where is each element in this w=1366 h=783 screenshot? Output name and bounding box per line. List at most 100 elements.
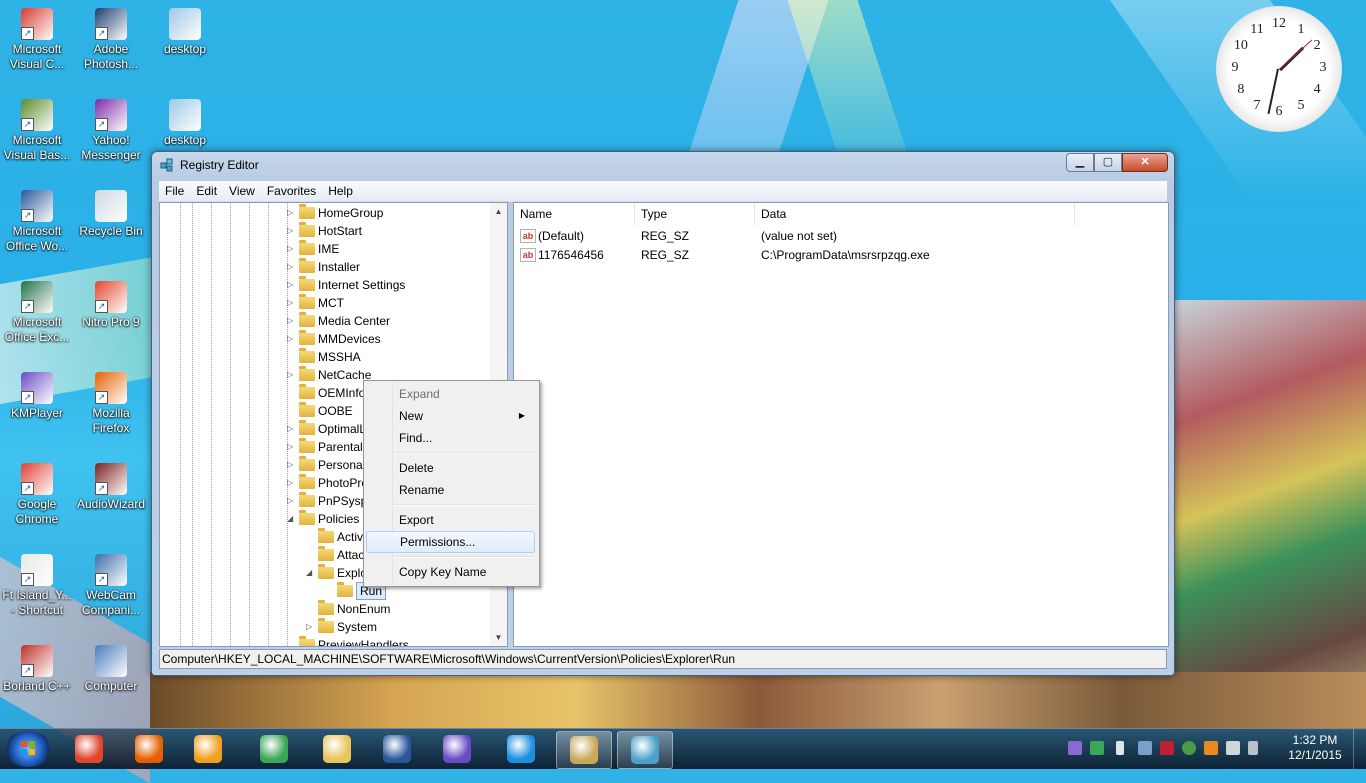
desktop-icon[interactable]: ↗ Microsoft Office Exc... [0, 281, 74, 345]
registry-editor-window: Registry Editor ▁ ▢ ✕ File Edit View Favori… [151, 151, 1175, 676]
value-row[interactable]: ab (Default) REG_SZ (value not set) [514, 227, 1154, 246]
minimize-button[interactable]: ▁ [1066, 153, 1094, 172]
taskbar-button[interactable] [556, 731, 612, 769]
expand-arrow-icon[interactable]: ▷ [287, 222, 297, 240]
folder-icon [299, 510, 315, 525]
desktop-icon[interactable]: ↗ Google Chrome [0, 463, 74, 527]
expand-arrow-icon[interactable]: ▷ [306, 618, 316, 636]
menu-item-expand[interactable]: Expand [366, 383, 535, 405]
tree-node-label: Installer [318, 260, 361, 274]
app-icon: ↗ [95, 8, 127, 40]
taskbar-button[interactable] [62, 731, 116, 767]
tray-check-icon[interactable] [1090, 741, 1104, 755]
desktop-icon[interactable]: ↗ Ft Island_Y... - Shortcut [0, 554, 74, 618]
folder-icon [318, 564, 334, 579]
tray-app-icon[interactable] [1068, 741, 1082, 755]
tray-monitor-icon[interactable] [1138, 741, 1152, 755]
desktop-icon[interactable]: Computer [74, 645, 148, 694]
tray-flag-icon[interactable] [1204, 741, 1218, 755]
menu-view[interactable]: View [223, 181, 261, 198]
expand-arrow-icon[interactable]: ▷ [287, 366, 297, 384]
menu-item-delete[interactable]: Delete [366, 457, 535, 479]
close-button[interactable]: ✕ [1122, 153, 1168, 172]
tree-node-label: PreviewHandlers [318, 638, 409, 647]
menu-file[interactable]: File [159, 181, 190, 198]
expand-arrow-icon[interactable]: ▷ [287, 456, 297, 474]
desktop-icon[interactable]: ↗ WebCam Compani... [74, 554, 148, 618]
desktop-icon[interactable]: ↗ Yahoo! Messenger [74, 99, 148, 163]
taskbar-button[interactable] [310, 731, 364, 767]
expand-arrow-icon[interactable]: ▷ [287, 204, 297, 222]
expand-arrow-icon[interactable]: ▷ [287, 474, 297, 492]
expand-arrow-icon[interactable]: ▷ [287, 420, 297, 438]
column-header-data[interactable]: Data [755, 203, 1075, 225]
desktop-icon[interactable]: ↗ Microsoft Visual C... [0, 8, 74, 72]
maximize-button[interactable]: ▢ [1094, 153, 1122, 172]
desktop-icon[interactable]: ↗ Nitro Pro 9 [74, 281, 148, 330]
taskbar-button[interactable] [370, 731, 424, 767]
expand-arrow-icon[interactable]: ▷ [287, 438, 297, 456]
desktop-icon[interactable]: desktop [148, 8, 222, 57]
tree-node-label: Media Center [318, 314, 391, 328]
menu-item-copy-key-name[interactable]: Copy Key Name [366, 561, 535, 583]
ie-icon [507, 735, 535, 763]
column-header-name[interactable]: Name [514, 203, 635, 225]
desktop-icon[interactable]: ↗ Microsoft Office Wo... [0, 190, 74, 254]
expand-arrow-icon[interactable]: ▷ [287, 240, 297, 258]
folder-icon [299, 384, 315, 399]
tray-action-icon[interactable] [1248, 741, 1258, 755]
menu-separator [394, 556, 535, 558]
taskbar-clock[interactable]: 1:32 PM 12/1/2015 [1280, 733, 1350, 763]
app-icon: ↗ [21, 463, 53, 495]
value-name: 1176546456 [538, 248, 604, 262]
antivirus-icon[interactable] [1160, 741, 1174, 755]
expand-arrow-icon[interactable]: ▷ [287, 258, 297, 276]
menu-item-rename[interactable]: Rename [366, 479, 535, 501]
desktop-icon[interactable]: ↗ Mozilla Firefox [74, 372, 148, 436]
desktop-icon[interactable]: ↗ Adobe Photosh... [74, 8, 148, 72]
scroll-down-arrow-icon[interactable]: ▼ [490, 629, 507, 646]
clock-gadget[interactable]: 12 1 2 3 4 5 6 7 8 9 10 11 [1216, 6, 1342, 132]
expand-arrow-icon[interactable]: ▷ [287, 492, 297, 510]
tree-node-label: OEMInfo [318, 386, 366, 400]
expand-arrow-icon[interactable]: ▷ [287, 330, 297, 348]
desktop-icon[interactable]: Recycle Bin [74, 190, 148, 239]
desktop-icon[interactable]: ↗ Borland C++ [0, 645, 74, 694]
desktop-icon[interactable]: ↗ KMPlayer [0, 372, 74, 421]
value-row[interactable]: ab 1176546456 REG_SZ C:\ProgramData\msrsrpz… [514, 246, 1154, 265]
column-header-type[interactable]: Type [635, 203, 755, 225]
taskbar-button[interactable] [430, 731, 484, 767]
collapse-arrow-icon[interactable]: ◢ [287, 510, 297, 528]
clock-number: 12 [1272, 16, 1286, 31]
desktop-icon[interactable]: ↗ AudioWizard [74, 463, 148, 512]
taskbar-button[interactable] [617, 731, 673, 769]
expand-arrow-icon[interactable]: ▷ [287, 276, 297, 294]
network-icon[interactable] [1182, 741, 1196, 755]
menu-favorites[interactable]: Favorites [261, 181, 322, 198]
taskbar-button[interactable] [494, 731, 548, 767]
scroll-up-arrow-icon[interactable]: ▲ [490, 203, 507, 220]
menu-item-find[interactable]: Find... [366, 427, 535, 449]
menu-help[interactable]: Help [322, 181, 359, 198]
value-type: REG_SZ [641, 248, 690, 262]
desktop-icon[interactable]: ↗ Microsoft Visual Bas... [0, 99, 74, 163]
battery-icon[interactable] [1116, 741, 1124, 755]
folder-icon [318, 618, 334, 633]
menu-edit[interactable]: Edit [190, 181, 223, 198]
taskbar-button[interactable] [247, 731, 301, 767]
menu-item-permissions[interactable]: Permissions... [366, 531, 535, 553]
folder-icon [299, 348, 315, 363]
volume-icon[interactable] [1226, 741, 1240, 755]
show-desktop-button[interactable] [1353, 729, 1366, 769]
menu-item-new[interactable]: New ▶ [366, 405, 535, 427]
value-type: REG_SZ [641, 229, 690, 243]
menu-item-export[interactable]: Export [366, 509, 535, 531]
collapse-arrow-icon[interactable]: ◢ [306, 564, 316, 582]
start-button[interactable] [4, 731, 52, 767]
taskbar-button[interactable] [181, 731, 235, 767]
taskbar-button[interactable] [122, 731, 176, 767]
desktop-icon[interactable]: desktop [148, 99, 222, 148]
title-bar[interactable]: Registry Editor ▁ ▢ ✕ [152, 152, 1174, 179]
expand-arrow-icon[interactable]: ▷ [287, 294, 297, 312]
expand-arrow-icon[interactable]: ▷ [287, 312, 297, 330]
